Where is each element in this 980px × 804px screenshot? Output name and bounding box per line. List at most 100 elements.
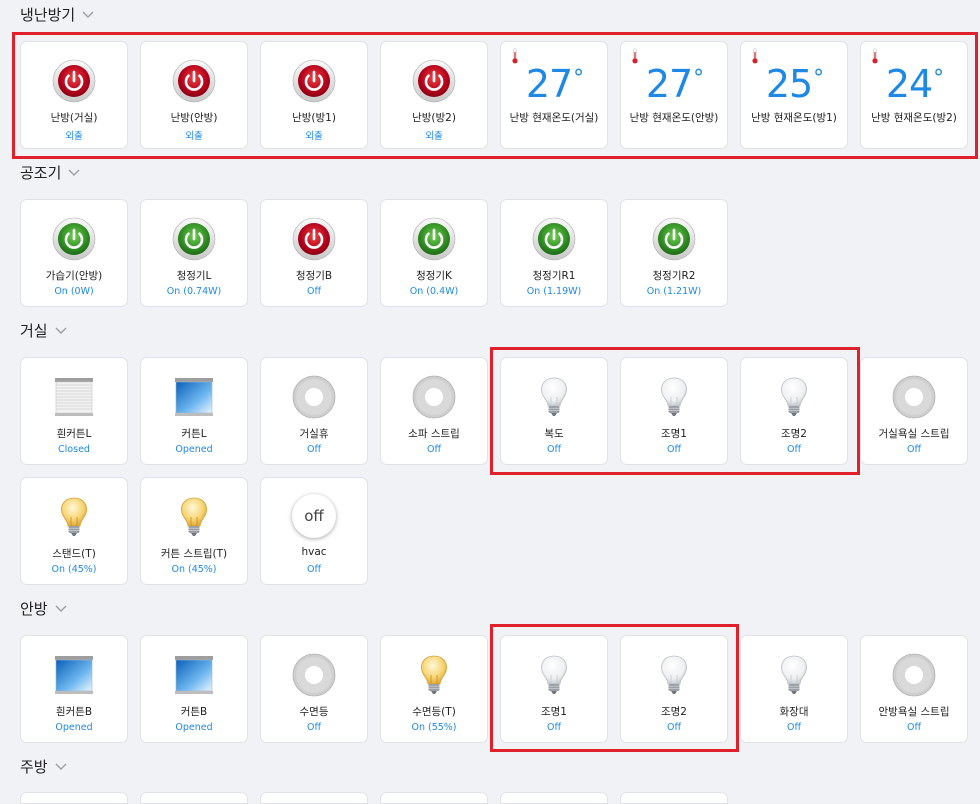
air-tile-humidifier[interactable]: 가습기(안방) On (0W) — [20, 199, 128, 307]
tile-status: Opened — [55, 722, 93, 733]
tile-label: 청정기R1 — [532, 270, 576, 282]
temp-tile-room1[interactable]: 25° 난방 현재온도(방1) — [740, 41, 848, 149]
master-tile-curtain[interactable]: 커튼B Opened — [140, 635, 248, 743]
tile-label: 조명2 — [660, 706, 687, 718]
master-tile-white-curtain[interactable]: 흰커튼B Opened — [20, 635, 128, 743]
tile-label: 조명1 — [540, 706, 567, 718]
tile-label: 난방(거실) — [50, 112, 98, 124]
kitchen-tile[interactable] — [260, 792, 368, 804]
temp-tile-master[interactable]: 27° 난방 현재온도(안방) — [620, 41, 728, 149]
tile-label: 난방 현재온도(방2) — [871, 112, 957, 124]
tile-status: Off — [426, 444, 442, 455]
living-tile-curtain[interactable]: 커튼L Opened — [140, 357, 248, 465]
master-tile-light2[interactable]: 조명2 Off — [620, 635, 728, 743]
section-header-air[interactable]: 공조기 — [20, 162, 81, 183]
master-tile-sleep-light[interactable]: 수면등 Off — [260, 635, 368, 743]
bulb-off-icon — [652, 375, 696, 419]
living-tile-stand[interactable]: 스탠드(T) On (45%) — [20, 477, 128, 585]
air-tile-purifier-r1[interactable]: 청정기R1 On (1.19W) — [500, 199, 608, 307]
tile-status: On (0W) — [54, 286, 94, 297]
tile-label: 난방 현재온도(안방) — [629, 112, 719, 124]
tile-status: Off — [306, 286, 322, 297]
heating-tile-master[interactable]: 난방(안방) 외출 — [140, 41, 248, 149]
tile-label: 청정기L — [176, 270, 212, 282]
living-tile-hvac[interactable]: off hvac Off — [260, 477, 368, 585]
tile-status: 외출 — [305, 131, 323, 142]
tile-status: Off — [306, 444, 322, 455]
power-on-icon — [52, 217, 96, 261]
master-tile-vanity[interactable]: 화장대 Off — [740, 635, 848, 743]
kitchen-tile[interactable] — [620, 792, 728, 804]
tile-label: 안방욕실 스트립 — [878, 706, 950, 718]
tile-label: 청정기B — [295, 270, 333, 282]
tile-label: 가습기(안방) — [45, 270, 103, 282]
air-tile-purifier-r2[interactable]: 청정기R2 On (1.21W) — [620, 199, 728, 307]
switch-icon — [892, 375, 936, 419]
tile-label: 거실욕실 스트립 — [878, 428, 950, 440]
power-on-icon — [652, 217, 696, 261]
tile-label: 커튼L — [181, 428, 207, 440]
temp-tile-room2[interactable]: 24° 난방 현재온도(방2) — [860, 41, 968, 149]
power-off-icon — [292, 217, 336, 261]
tile-status: Off — [786, 444, 802, 455]
living-tile-rest[interactable]: 거실휴 Off — [260, 357, 368, 465]
tile-status: Off — [906, 722, 922, 733]
living-tile-sofa-strip[interactable]: 소파 스트립 Off — [380, 357, 488, 465]
curtain-closed-icon — [52, 375, 96, 419]
air-tile-purifier-k[interactable]: 청정기K On (0.4W) — [380, 199, 488, 307]
master-tile-sleep-light-t[interactable]: 수면등(T) On (55%) — [380, 635, 488, 743]
section-header-living[interactable]: 거실 — [20, 320, 68, 341]
temp-tile-living[interactable]: 27° 난방 현재온도(거실) — [500, 41, 608, 149]
kitchen-tile[interactable] — [20, 792, 128, 804]
tile-status: Off — [906, 444, 922, 455]
tile-status: Opened — [175, 444, 213, 455]
kitchen-tile[interactable] — [500, 792, 608, 804]
chevron-down-icon — [81, 10, 95, 19]
section-header-master[interactable]: 안방 — [20, 598, 68, 619]
power-on-icon — [172, 217, 216, 261]
tile-label: 조명2 — [780, 428, 807, 440]
tile-status: On (0.74W) — [166, 286, 222, 297]
switch-icon — [412, 375, 456, 419]
heating-tile-room2[interactable]: 난방(방2) 외출 — [380, 41, 488, 149]
living-tile-white-curtain[interactable]: 흰커튼L Closed — [20, 357, 128, 465]
section-title: 공조기 — [20, 164, 62, 182]
tile-label: 커튼 스트립(T) — [160, 548, 228, 560]
tile-status: Closed — [58, 444, 90, 455]
power-off-icon — [292, 59, 336, 103]
tile-label: 소파 스트립 — [408, 428, 460, 440]
heating-tile-living[interactable]: 난방(거실) 외출 — [20, 41, 128, 149]
temperature-value: 27° — [645, 62, 704, 106]
bulb-off-icon — [532, 375, 576, 419]
kitchen-tile[interactable] — [140, 792, 248, 804]
living-tile-curtain-strip[interactable]: 커튼 스트립(T) On (45%) — [140, 477, 248, 585]
kitchen-tile[interactable] — [380, 792, 488, 804]
living-tile-light1[interactable]: 조명1 Off — [620, 357, 728, 465]
bulb-on-icon — [172, 495, 216, 539]
tile-status: Off — [666, 444, 682, 455]
tile-label: 흰커튼L — [56, 428, 92, 440]
section-header-heating[interactable]: 냉난방기 — [20, 4, 95, 25]
tile-status: Opened — [175, 722, 213, 733]
living-tile-light2[interactable]: 조명2 Off — [740, 357, 848, 465]
heating-tile-room1[interactable]: 난방(방1) 외출 — [260, 41, 368, 149]
off-badge-icon: off — [292, 494, 336, 538]
master-tile-light1[interactable]: 조명1 Off — [500, 635, 608, 743]
tile-label: 화장대 — [779, 706, 809, 718]
air-tile-purifier-l[interactable]: 청정기L On (0.74W) — [140, 199, 248, 307]
master-tile-bath-strip[interactable]: 안방욕실 스트립 Off — [860, 635, 968, 743]
living-tile-hallway[interactable]: 복도 Off — [500, 357, 608, 465]
switch-icon — [292, 653, 336, 697]
living-tile-bath-strip[interactable]: 거실욕실 스트립 Off — [860, 357, 968, 465]
air-tile-purifier-b[interactable]: 청정기B Off — [260, 199, 368, 307]
chevron-down-icon — [54, 604, 68, 613]
tile-status: Off — [306, 564, 322, 575]
section-header-kitchen[interactable]: 주방 — [20, 756, 68, 777]
chevron-down-icon — [54, 762, 68, 771]
tile-label: 복도 — [544, 428, 564, 440]
tile-status: Off — [546, 722, 562, 733]
tile-status: Off — [786, 722, 802, 733]
bulb-on-icon — [52, 495, 96, 539]
tile-label: 난방(방1) — [292, 112, 336, 124]
curtain-open-icon — [172, 375, 216, 419]
